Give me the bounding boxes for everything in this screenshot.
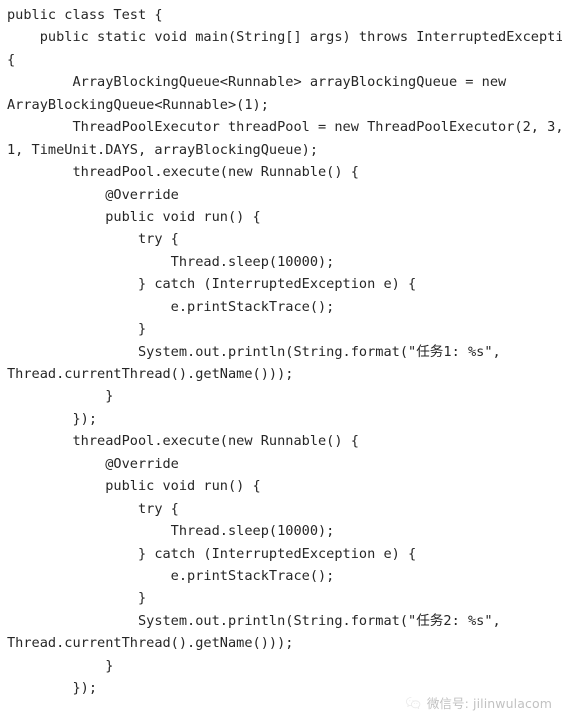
code-line: @Override bbox=[7, 455, 179, 472]
code-line: e.printStackTrace(); bbox=[7, 298, 335, 315]
code-listing: public class Test { public static void m… bbox=[0, 0, 562, 720]
code-line: }); bbox=[7, 680, 98, 697]
code-line: }); bbox=[7, 410, 98, 427]
code-line: public class Test { bbox=[7, 7, 163, 23]
code-line: ArrayBlockingQueue<Runnable>(1); bbox=[7, 96, 269, 113]
code-line: ArrayBlockingQueue<Runnable> arrayBlocki… bbox=[7, 74, 507, 91]
code-line: { bbox=[7, 51, 16, 68]
code-line: } bbox=[7, 590, 147, 607]
code-line: Thread.currentThread().getName())); bbox=[7, 366, 294, 382]
code-line: public void run() { bbox=[7, 478, 261, 495]
code-line: Thread.sleep(10000); bbox=[7, 253, 335, 270]
code-line: public void run() { bbox=[7, 208, 261, 225]
code-line: threadPool.execute(new Runnable() { bbox=[7, 433, 359, 450]
code-line: try { bbox=[7, 500, 179, 517]
code-line: @Override bbox=[7, 186, 179, 203]
code-line: } catch (InterruptedException e) { bbox=[7, 545, 417, 562]
code-line: e.printStackTrace(); bbox=[7, 567, 335, 584]
code-line: } bbox=[7, 388, 114, 405]
code-line: 1, TimeUnit.DAYS, arrayBlockingQueue); bbox=[7, 141, 318, 158]
code-line: try { bbox=[7, 231, 179, 248]
code-line: System.out.println(String.format("任务2: %… bbox=[7, 612, 501, 629]
code-line: ThreadPoolExecutor threadPool = new Thre… bbox=[7, 119, 562, 136]
code-line: Thread.sleep(10000); bbox=[7, 523, 335, 540]
code-line: Thread.currentThread().getName())); bbox=[7, 635, 294, 652]
code-line: threadPool.execute(new Runnable() { bbox=[7, 164, 359, 181]
code-line: } bbox=[7, 657, 114, 674]
code-line: } bbox=[7, 321, 147, 338]
code-line: } catch (InterruptedException e) { bbox=[7, 276, 417, 293]
code-line: public static void main(String[] args) t… bbox=[7, 29, 562, 46]
code-line: System.out.println(String.format("任务1: %… bbox=[7, 343, 501, 360]
